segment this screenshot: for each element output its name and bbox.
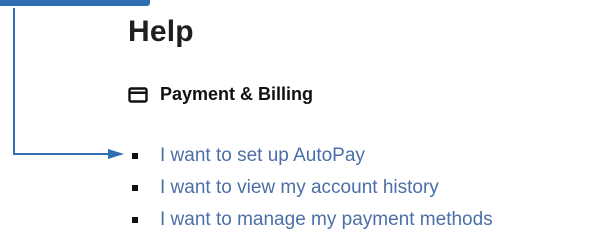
help-link-item: I want to view my account history [132,172,493,204]
section-title: Payment & Billing [160,84,314,104]
help-link-item: I want to set up AutoPay [132,140,493,172]
link-manage-payment-methods[interactable]: I want to manage my payment methods [160,209,493,231]
credit-card-icon [128,86,148,103]
top-blue-bar [0,0,150,6]
bullet-icon [132,153,138,159]
help-link-item: I want to manage my payment methods [132,204,493,236]
bullet-icon [132,217,138,223]
top-strip [0,0,605,8]
bullet-icon [132,185,138,191]
link-setup-autopay[interactable]: I want to set up AutoPay [160,145,365,167]
payment-billing-section: Payment & Billing [128,84,313,105]
help-links-list: I want to set up AutoPay I want to view … [132,140,493,236]
page-title: Help [128,15,194,48]
link-view-account-history[interactable]: I want to view my account history [160,177,439,199]
